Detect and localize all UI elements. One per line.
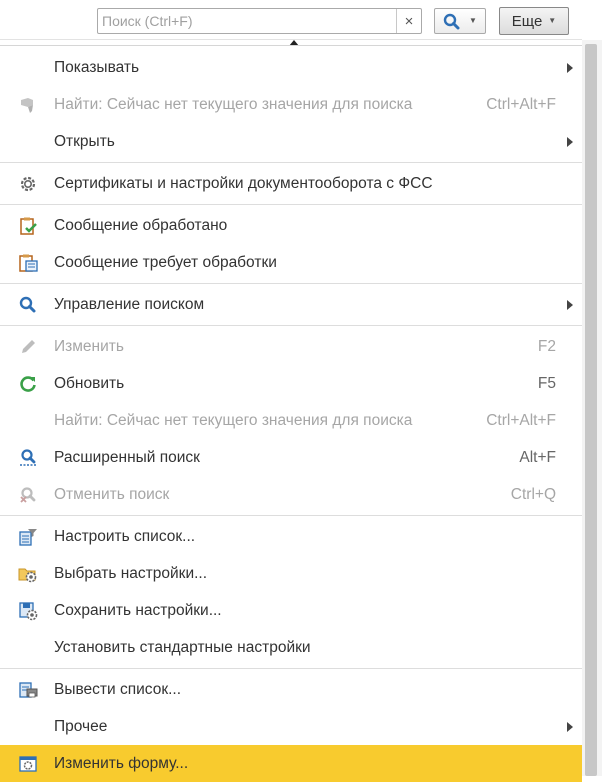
menu-separator [0, 162, 582, 163]
menu-item-label: Установить стандартные настройки [54, 639, 311, 656]
menu-item-edit[interactable]: Изменить F2 [0, 328, 582, 365]
menu-item-default-settings[interactable]: Установить стандартные настройки [0, 629, 582, 666]
menu-item-certificates[interactable]: Сертификаты и настройки документооборота… [0, 165, 582, 202]
submenu-arrow-icon [567, 137, 573, 147]
menu-item-advanced-search[interactable]: Расширенный поиск Alt+F [0, 439, 582, 476]
menu-item-label: Расширенный поиск [54, 449, 200, 466]
menu-item-label: Показывать [54, 59, 140, 76]
chevron-down-icon: ▼ [469, 16, 477, 25]
search-button[interactable]: ▼ [434, 8, 486, 34]
shortcut-label: F2 [537, 338, 556, 355]
menu-item-label: Настроить список... [54, 528, 196, 545]
refresh-icon [20, 376, 36, 392]
menu-item-save-settings[interactable]: Сохранить настройки... [0, 592, 582, 629]
folder-gear-icon [18, 568, 37, 583]
menu-item-label: Сообщение требует обработки [54, 254, 277, 271]
menu-item-label: Управление поиском [54, 296, 205, 313]
menu-item-label: Отменить поиск [54, 486, 170, 503]
more-button[interactable]: Еще ▼ [499, 7, 569, 35]
menu-separator [0, 668, 582, 669]
menu-item-find[interactable]: Найти: Сейчас нет текущего значения для … [0, 86, 582, 123]
menu-item-label: Найти: Сейчас нет текущего значения для … [54, 412, 413, 429]
menu-item-label: Изменить форму... [54, 755, 189, 772]
menu-item-find-2[interactable]: Найти: Сейчас нет текущего значения для … [0, 402, 582, 439]
list-settings-icon [19, 529, 37, 546]
menu-item-label: Открыть [54, 133, 115, 150]
menu-item-output-list[interactable]: Вывести список... [0, 671, 582, 708]
search-input[interactable] [98, 9, 398, 33]
shortcut-label: Alt+F [519, 449, 556, 466]
menu-separator [0, 515, 582, 516]
menu-item-label: Найти: Сейчас нет текущего значения для … [54, 96, 413, 113]
menu-item-search-control[interactable]: Управление поиском [0, 286, 582, 323]
cancel-search-icon [20, 487, 36, 503]
menu-item-message-needs-processing[interactable]: Сообщение требует обработки [0, 244, 582, 281]
shortcut-label: Ctrl+Q [510, 486, 556, 503]
clipboard-form-icon [19, 254, 38, 272]
menu-item-refresh[interactable]: Обновить F5 [0, 365, 582, 402]
menu-item-other[interactable]: Прочее [0, 708, 582, 745]
menu-item-label: Выбрать настройки... [54, 565, 208, 582]
shortcut-label: Ctrl+Alt+F [486, 96, 556, 113]
menu-item-open[interactable]: Открыть [0, 123, 582, 160]
submenu-arrow-icon [567, 722, 573, 732]
menu-item-configure-list[interactable]: Настроить список... [0, 518, 582, 555]
gear-icon [20, 176, 36, 192]
search-box: × [97, 8, 422, 34]
toolbar: × ▼ Еще ▼ [0, 0, 602, 40]
find-icon [21, 98, 33, 113]
menu-separator [0, 325, 582, 326]
output-list-icon [19, 682, 38, 698]
scrollbar-thumb[interactable] [585, 44, 597, 776]
more-button-label: Еще [511, 12, 543, 30]
shortcut-label: Ctrl+Alt+F [486, 412, 556, 429]
menu-item-label: Сохранить настройки... [54, 602, 222, 619]
save-settings-icon [19, 602, 38, 621]
pencil-icon [22, 340, 35, 353]
menu-item-message-processed[interactable]: Сообщение обработано [0, 207, 582, 244]
menu-item-label: Сертификаты и настройки документооборота… [54, 175, 433, 192]
form-settings-icon [19, 756, 37, 772]
submenu-arrow-icon [567, 300, 573, 310]
shortcut-label: F5 [537, 375, 556, 392]
clear-search-button[interactable]: × [396, 9, 421, 33]
menu-item-label: Изменить [54, 338, 124, 355]
search-icon [19, 296, 36, 313]
menu-item-edit-form[interactable]: Изменить форму... [0, 745, 582, 782]
menu-item-choose-settings[interactable]: Выбрать настройки... [0, 555, 582, 592]
menu-separator [0, 283, 582, 284]
search-icon [443, 13, 460, 29]
clipboard-check-icon [20, 217, 37, 235]
chevron-down-icon: ▼ [548, 16, 557, 25]
advanced-search-icon [20, 449, 36, 466]
menu-item-cancel-search[interactable]: Отменить поиск Ctrl+Q [0, 476, 582, 513]
submenu-arrow-icon [567, 63, 573, 73]
menu-item-label: Прочее [54, 718, 108, 735]
menu-item-label: Обновить [54, 375, 125, 392]
menu-separator [0, 204, 582, 205]
menu-item-label: Вывести список... [54, 681, 182, 698]
menu-item-label: Сообщение обработано [54, 217, 228, 234]
menu-item-show[interactable]: Показывать [0, 49, 582, 86]
